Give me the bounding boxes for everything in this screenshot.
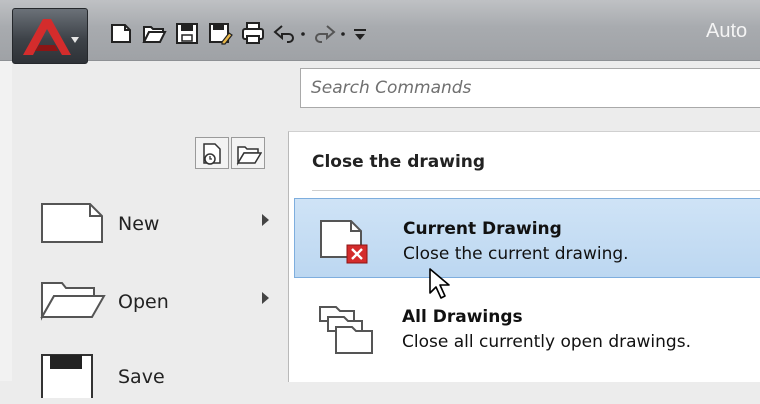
- menu-item-label: New: [118, 213, 160, 235]
- quick-access-toolbar: Auto: [0, 0, 760, 61]
- undo-dropdown-icon[interactable]: [298, 20, 308, 46]
- flyout-separator: [312, 190, 760, 191]
- menu-item-new[interactable]: New: [40, 199, 280, 251]
- new-icon[interactable]: [108, 20, 134, 46]
- option-title: Current Drawing: [403, 219, 562, 239]
- submenu-arrow-icon: [262, 214, 269, 226]
- application-menu-button[interactable]: [12, 8, 88, 64]
- menu-item-label: Save: [118, 366, 165, 388]
- save-icon[interactable]: [174, 20, 200, 46]
- undo-icon[interactable]: [272, 20, 298, 46]
- save-as-icon[interactable]: [207, 20, 233, 46]
- recent-documents-icon: [203, 143, 221, 165]
- window-title: Auto: [706, 20, 748, 42]
- close-flyout-panel: Close the drawing Current Drawing Close …: [288, 131, 760, 382]
- option-description: Close all currently open drawings.: [402, 332, 691, 352]
- new-document-icon: [41, 203, 103, 243]
- close-current-drawing-icon: [320, 220, 368, 264]
- open-documents-icon: [236, 146, 262, 166]
- redo-dropdown-icon[interactable]: [338, 20, 348, 46]
- open-folder-icon: [40, 282, 106, 321]
- mouse-pointer-icon: [429, 268, 450, 299]
- menu-item-save[interactable]: Save: [40, 352, 280, 404]
- menu-item-label: Open: [118, 291, 169, 313]
- open-documents-button[interactable]: [231, 137, 265, 169]
- search-commands-input[interactable]: [300, 68, 760, 108]
- customize-icon[interactable]: [352, 20, 368, 46]
- option-description: Close the current drawing.: [403, 244, 629, 264]
- menu-item-open[interactable]: Open: [40, 277, 280, 329]
- close-current-drawing-option[interactable]: Current Drawing Close the current drawin…: [294, 198, 760, 278]
- close-all-drawings-option[interactable]: All Drawings Close all currently open dr…: [294, 287, 760, 367]
- redo-icon[interactable]: [311, 20, 337, 46]
- flyout-heading: Close the drawing: [312, 152, 486, 172]
- save-icon: [41, 354, 93, 398]
- submenu-arrow-icon: [262, 292, 269, 304]
- open-icon[interactable]: [141, 20, 167, 46]
- option-title: All Drawings: [402, 307, 523, 327]
- autocad-logo-icon: [23, 19, 79, 55]
- plot-icon[interactable]: [240, 20, 266, 46]
- recent-documents-button[interactable]: [195, 137, 229, 169]
- close-all-drawings-icon: [319, 306, 373, 354]
